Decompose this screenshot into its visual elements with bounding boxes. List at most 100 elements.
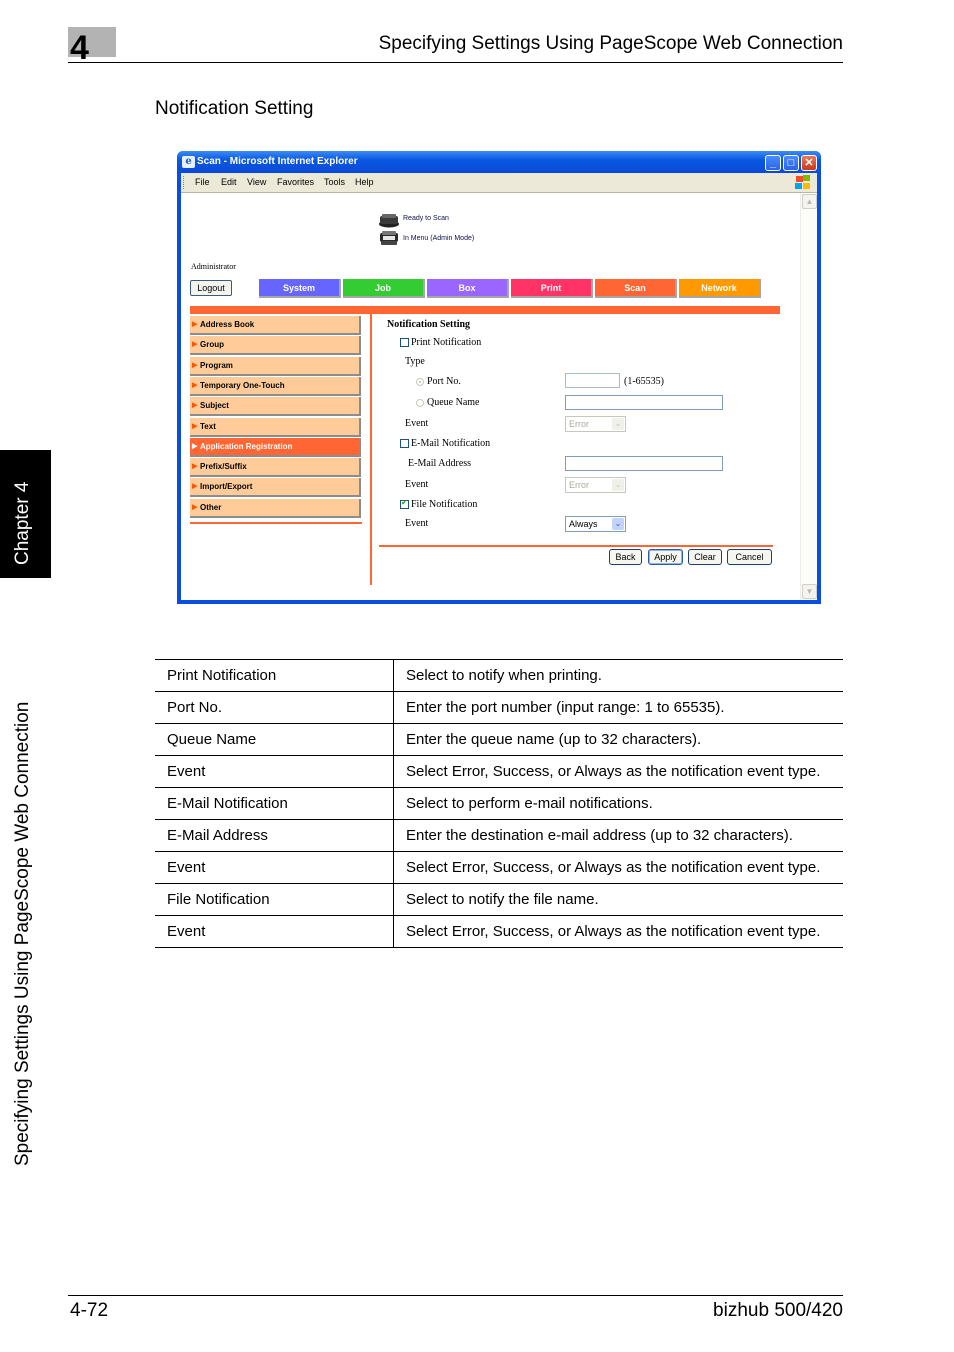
- side-menu-item[interactable]: ▶ Temporary One-Touch: [190, 376, 361, 396]
- scanner-icon: [379, 214, 399, 228]
- vertical-scrollbar[interactable]: ▲ ▼: [800, 193, 817, 600]
- arrow-right-icon: ▶: [192, 422, 198, 430]
- side-menu-label: Group: [200, 340, 224, 350]
- tab-system[interactable]: System: [259, 279, 341, 298]
- form-title: Notification Setting: [387, 319, 471, 330]
- back-button[interactable]: Back: [609, 549, 642, 565]
- side-menu-item[interactable]: ▶ Address Book: [190, 316, 361, 335]
- file-notification-checkbox[interactable]: [400, 498, 409, 509]
- chevron-down-icon: ⌄: [612, 479, 624, 491]
- type-label: Type: [405, 356, 425, 367]
- menu-edit[interactable]: Edit: [221, 177, 237, 188]
- menu-help[interactable]: Help: [355, 177, 374, 188]
- file-event-value: Always: [569, 519, 598, 529]
- settings-description-table: Print Notification Select to notify when …: [155, 659, 843, 948]
- setting-name: Event: [155, 915, 394, 948]
- apply-button[interactable]: Apply: [648, 549, 683, 565]
- arrow-right-icon: ▶: [192, 381, 198, 389]
- file-event-select[interactable]: Always ⌄: [565, 516, 626, 532]
- setting-name: E-Mail Notification: [155, 787, 394, 820]
- section-title: Notification Setting: [155, 98, 314, 119]
- menu-favorites[interactable]: Favorites: [277, 177, 314, 188]
- side-menu-item[interactable]: ▶ Subject: [190, 397, 361, 417]
- side-menu-item[interactable]: ▶ Program: [190, 356, 361, 376]
- email-notification-checkbox[interactable]: [400, 439, 409, 448]
- menu-view[interactable]: View: [247, 177, 266, 188]
- tab-box[interactable]: Box: [427, 279, 509, 298]
- email-notification-label: E-Mail Notification: [411, 438, 491, 449]
- side-menu-item[interactable]: ▶ Prefix/Suffix: [190, 458, 361, 478]
- clear-button[interactable]: Clear: [688, 549, 722, 565]
- table-row: E-Mail Address Enter the destination e-ma…: [155, 819, 843, 852]
- side-menu-label: Temporary One-Touch: [200, 380, 285, 390]
- side-menu-label: Application Registration: [200, 441, 293, 451]
- side-menu-label: Address Book: [200, 320, 255, 329]
- file-notification-label: File Notification: [411, 499, 478, 510]
- side-menu-item[interactable]: ▶ Group: [190, 336, 361, 356]
- menu-bar: File Edit View Favorites Tools Help: [181, 173, 817, 193]
- setting-name: Event: [155, 755, 394, 788]
- minimize-button[interactable]: _: [765, 155, 781, 171]
- ie-icon: e: [182, 156, 195, 168]
- email-address-label: E-Mail Address: [408, 458, 472, 469]
- print-event-select[interactable]: Error ⌄: [565, 416, 626, 432]
- side-section-label: Specifying Settings Using PageScope Web …: [12, 701, 33, 1166]
- print-notification-checkbox[interactable]: [400, 338, 409, 347]
- title-bar: e Scan - Microsoft Internet Explorer _ □…: [177, 151, 821, 173]
- email-address-input[interactable]: [565, 456, 723, 471]
- side-menu-label: Import/Export: [200, 482, 253, 492]
- printer-icon: [380, 231, 398, 245]
- side-menu-item[interactable]: ▶ Other: [190, 498, 361, 518]
- port-no-radio[interactable]: [416, 378, 424, 386]
- footer-rule: [68, 1295, 843, 1296]
- side-menu-item[interactable]: ▶ Text: [190, 417, 361, 437]
- setting-description: Select Error, Success, or Always as the …: [393, 915, 843, 948]
- chevron-down-icon: ⌄: [612, 518, 624, 530]
- scroll-down-icon[interactable]: ▼: [802, 584, 817, 599]
- side-menu-item[interactable]: ▶ Application Registration: [190, 437, 361, 457]
- vertical-divider: [370, 313, 372, 585]
- browser-window: e Scan - Microsoft Internet Explorer _ □…: [177, 151, 821, 604]
- windows-logo-icon: [795, 175, 811, 190]
- side-menu-label: Other: [200, 502, 222, 512]
- arrow-right-icon: ▶: [192, 463, 198, 471]
- arrow-right-icon: ▶: [192, 341, 198, 349]
- maximize-button[interactable]: □: [783, 155, 799, 171]
- email-event-select[interactable]: Error ⌄: [565, 477, 626, 493]
- arrow-right-icon: ▶: [192, 483, 198, 491]
- logout-button[interactable]: Logout: [190, 280, 232, 296]
- table-row: Queue Name Enter the queue name (up to 32…: [155, 723, 843, 756]
- menu-tools[interactable]: Tools: [324, 177, 345, 188]
- print-event-value: Error: [569, 419, 589, 429]
- close-button[interactable]: ✕: [801, 155, 817, 171]
- setting-name: Event: [155, 851, 394, 884]
- tab-scan[interactable]: Scan: [595, 279, 677, 298]
- table-row: Event Select Error, Success, or Always as…: [155, 755, 843, 788]
- tab-print[interactable]: Print: [511, 279, 593, 298]
- menu-grip: [183, 176, 186, 189]
- menu-file[interactable]: File: [195, 177, 210, 188]
- setting-description: Select to notify the file name.: [393, 883, 843, 916]
- port-no-label: Port No.: [427, 376, 461, 387]
- table-row: File Notification Select to notify the fi…: [155, 883, 843, 916]
- port-no-input[interactable]: [565, 373, 620, 388]
- arrow-right-icon: ▶: [192, 402, 198, 410]
- side-menu-label: Prefix/Suffix: [200, 462, 247, 472]
- print-event-label: Event: [405, 418, 429, 429]
- side-menu-label: Subject: [200, 401, 229, 411]
- cancel-button[interactable]: Cancel: [727, 549, 772, 565]
- setting-description: Select to perform e-mail notifications.: [393, 787, 843, 820]
- queue-name-input[interactable]: [565, 395, 723, 410]
- side-menu-item[interactable]: ▶ Import/Export: [190, 478, 361, 498]
- tab-network[interactable]: Network: [679, 279, 761, 298]
- tab-job[interactable]: Job: [343, 279, 425, 298]
- setting-description: Select Error, Success, or Always as the …: [393, 851, 843, 884]
- arrow-right-icon: ▶: [192, 321, 198, 328]
- setting-description: Select to notify when printing.: [393, 659, 843, 692]
- user-label: Administrator: [191, 262, 236, 271]
- table-row: Event Select Error, Success, or Always as…: [155, 851, 843, 884]
- side-menu-rule: [190, 522, 362, 524]
- window-title: Scan - Microsoft Internet Explorer: [197, 156, 358, 167]
- scroll-up-icon[interactable]: ▲: [802, 194, 817, 209]
- queue-name-radio[interactable]: [416, 399, 424, 407]
